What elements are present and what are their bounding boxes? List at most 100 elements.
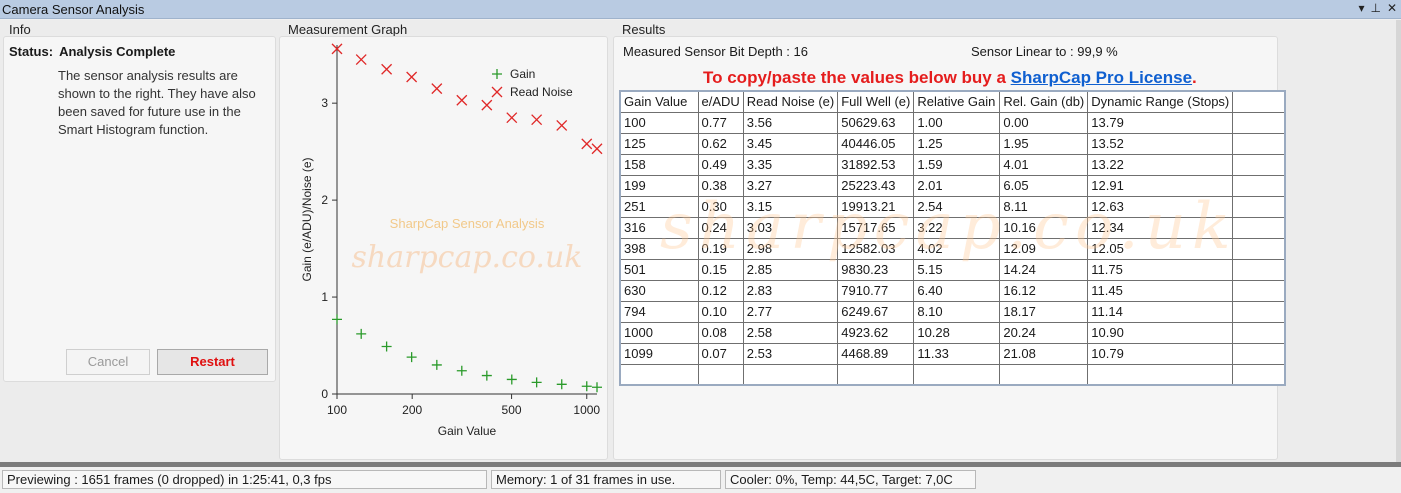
table-cell: 10.79 xyxy=(1087,342,1234,365)
gain-point xyxy=(531,377,542,388)
y-tick-label: 1 xyxy=(321,290,328,304)
table-cell-empty xyxy=(1232,216,1286,239)
table-cell: 0.10 xyxy=(697,300,744,323)
header-row: Gain Value e/ADU Read Noise (e) Full Well (… xyxy=(619,90,1286,113)
window-titlebar: Camera Sensor Analysis ▾ ⊥ ✕ xyxy=(0,0,1401,19)
preview-status: Previewing : 1651 frames (0 dropped) in … xyxy=(2,470,487,489)
table-cell: 7910.77 xyxy=(837,279,915,302)
gain-point xyxy=(356,328,367,339)
table-cell: 10.28 xyxy=(913,321,1001,344)
bit-depth-value: 16 xyxy=(793,44,809,59)
table-cell: 2.58 xyxy=(742,321,839,344)
table-cell-empty xyxy=(742,363,839,386)
table-cell: 0.12 xyxy=(697,279,744,302)
y-tick-label: 0 xyxy=(321,387,328,401)
table-cell: 4468.89 xyxy=(837,342,915,365)
results-watermark: sharpcap.co.uk xyxy=(660,190,1237,264)
gain-point xyxy=(431,359,442,370)
table-cell-empty xyxy=(1232,363,1286,386)
gain-point xyxy=(406,352,417,363)
table-cell: 10.90 xyxy=(1087,321,1234,344)
table-row[interactable]: 158 0.49 3.35 31892.53 1.59 4.01 13.22 xyxy=(619,153,1286,176)
read-noise-point xyxy=(381,63,393,75)
table-cell-empty xyxy=(1232,111,1286,134)
read-noise-point xyxy=(581,138,593,150)
status-bar: Previewing : 1651 frames (0 dropped) in … xyxy=(0,467,1401,493)
read-noise-point xyxy=(481,99,493,111)
table-cell: 13.22 xyxy=(1087,153,1234,176)
table-cell: 1.00 xyxy=(913,111,1001,134)
table-cell: 0.00 xyxy=(999,111,1089,134)
table-cell: 1.59 xyxy=(913,153,1001,176)
table-cell-empty xyxy=(619,363,699,386)
gain-point xyxy=(592,382,602,393)
read-noise-point xyxy=(406,71,418,83)
table-cell: 4.01 xyxy=(999,153,1089,176)
table-cell: 3.56 xyxy=(742,111,839,134)
table-cell: 2.53 xyxy=(742,342,839,365)
restart-button[interactable]: Restart xyxy=(157,349,268,375)
table-row[interactable]: 1000 0.08 2.58 4923.62 10.28 20.24 10.90 xyxy=(619,321,1286,344)
table-cell: 3.35 xyxy=(742,153,839,176)
table-row[interactable]: 794 0.10 2.77 6249.67 8.10 18.17 11.14 xyxy=(619,300,1286,323)
table-row[interactable]: 125 0.62 3.45 40446.05 1.25 1.95 13.52 xyxy=(619,132,1286,155)
table-cell: 20.24 xyxy=(999,321,1089,344)
table-cell-empty xyxy=(1232,279,1286,302)
x-tick-label: 500 xyxy=(502,403,522,417)
sensor-linear-value: 99,9 % xyxy=(1077,44,1118,59)
column-header[interactable]: Full Well (e) xyxy=(837,90,915,113)
table-row[interactable]: 630 0.12 2.83 7910.77 6.40 16.12 11.45 xyxy=(619,279,1286,302)
promo-banner: To copy/paste the values below buy a Sha… xyxy=(703,68,1197,88)
y-tick-label: 3 xyxy=(321,96,328,110)
table-cell: 2.77 xyxy=(742,300,839,323)
table-cell: 1000 xyxy=(619,321,699,344)
table-cell: 100 xyxy=(619,111,699,134)
gain-point xyxy=(581,381,592,392)
table-cell-empty xyxy=(1232,132,1286,155)
cancel-button[interactable]: Cancel xyxy=(66,349,150,375)
table-cell-empty xyxy=(1232,342,1286,365)
table-cell: 40446.05 xyxy=(837,132,915,155)
graph-watermark-title: SharpCap Sensor Analysis xyxy=(390,216,545,231)
results-title: Results xyxy=(622,22,666,37)
promo-text: To copy/paste the values below buy a xyxy=(703,68,1011,87)
gain-point xyxy=(332,314,342,325)
table-cell: 1.95 xyxy=(999,132,1089,155)
table-cell: 21.08 xyxy=(999,342,1089,365)
table-cell-empty xyxy=(1232,237,1286,260)
table-cell: 1099 xyxy=(619,342,699,365)
x-tick-label: 200 xyxy=(402,403,422,417)
table-cell-empty xyxy=(837,363,915,386)
gain-point xyxy=(481,370,492,381)
pro-license-link[interactable]: SharpCap Pro License xyxy=(1011,68,1192,87)
column-header[interactable]: Dynamic Range (Stops) xyxy=(1087,90,1234,113)
dropdown-icon[interactable]: ▾ xyxy=(1358,1,1364,15)
window-title: Camera Sensor Analysis xyxy=(2,2,145,17)
table-cell-empty xyxy=(1232,195,1286,218)
close-icon[interactable]: ✕ xyxy=(1387,1,1397,15)
column-header-empty xyxy=(1232,90,1286,113)
gain-point xyxy=(456,365,467,376)
table-row[interactable]: 1099 0.07 2.53 4468.89 11.33 21.08 10.79 xyxy=(619,342,1286,365)
table-cell: 11.33 xyxy=(913,342,1001,365)
read-noise-point xyxy=(531,114,543,126)
table-row[interactable]: 100 0.77 3.56 50629.63 1.00 0.00 13.79 xyxy=(619,111,1286,134)
table-cell: 50629.63 xyxy=(837,111,915,134)
column-header[interactable]: Read Noise (e) xyxy=(742,90,839,113)
column-header[interactable]: Relative Gain xyxy=(913,90,1001,113)
pin-icon[interactable]: ⊥ xyxy=(1370,1,1380,15)
gain-point xyxy=(556,379,567,390)
table-cell: 794 xyxy=(619,300,699,323)
column-header[interactable]: Rel. Gain (db) xyxy=(999,90,1089,113)
table-row-empty xyxy=(619,363,1286,386)
y-axis-label: Gain (e/ADU)/Noise (e) xyxy=(300,157,314,281)
legend-noise-marker xyxy=(491,86,503,98)
table-cell: 16.12 xyxy=(999,279,1089,302)
sensor-linear-label: Sensor Linear to : xyxy=(971,44,1074,59)
measurement-graph: SharpCap Sensor Analysis sharpcap.co.uk … xyxy=(300,43,603,438)
gain-point xyxy=(506,374,517,385)
gain-point xyxy=(381,341,392,352)
x-tick-label: 100 xyxy=(327,403,347,417)
column-header[interactable]: e/ADU xyxy=(697,90,744,113)
column-header[interactable]: Gain Value xyxy=(619,90,699,113)
